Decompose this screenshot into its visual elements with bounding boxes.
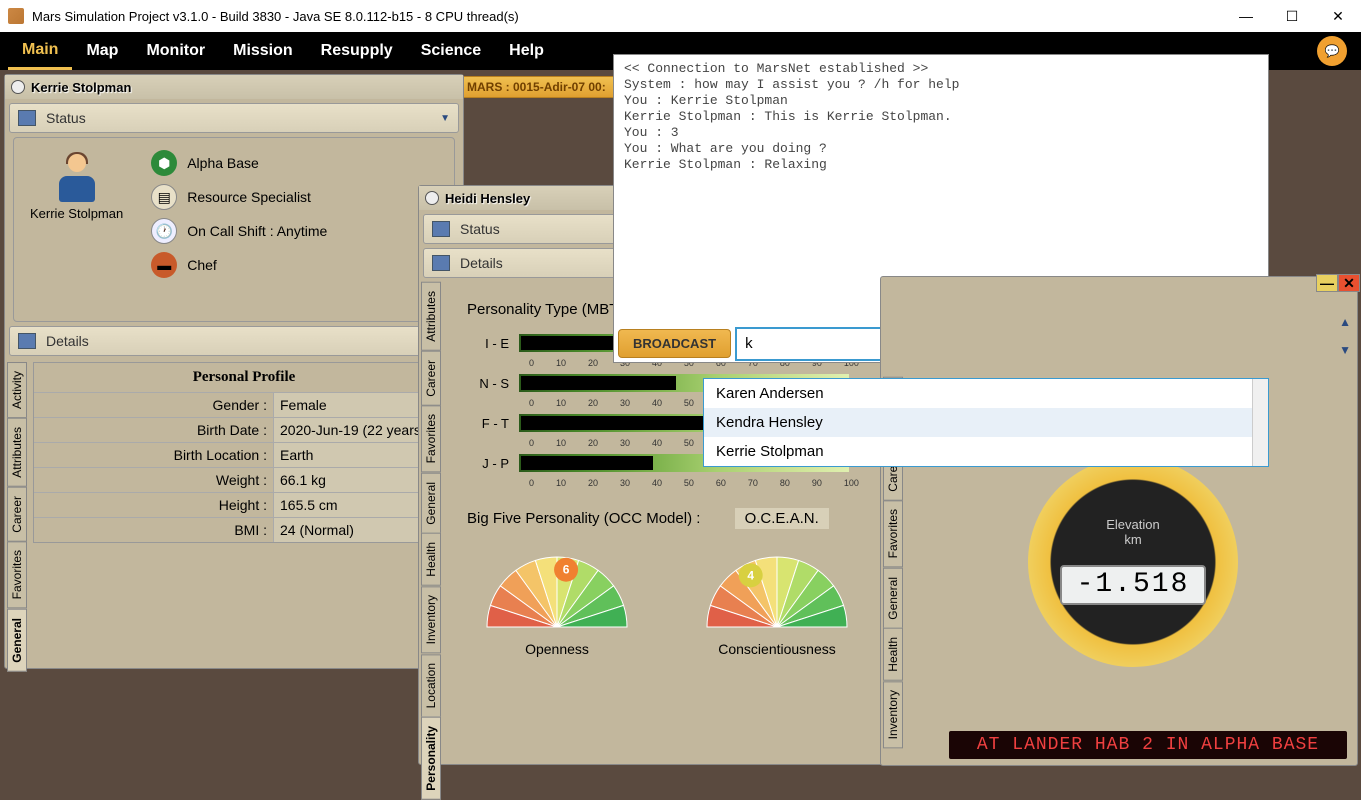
broadcast-button[interactable]: BROADCAST bbox=[618, 329, 731, 358]
autocomplete-popup: Karen Andersen Kendra Hensley Kerrie Sto… bbox=[703, 378, 1269, 467]
autocomplete-item[interactable]: Kendra Hensley bbox=[704, 408, 1268, 437]
hud-window: — ✕ ▲ ▼ Attributes Career Favorites Gene… bbox=[880, 276, 1358, 766]
profile-box: Personal Profile Gender :Female Birth Da… bbox=[33, 362, 455, 543]
base-icon: ⬢ bbox=[151, 150, 177, 176]
gauge-label: Openness bbox=[477, 641, 637, 657]
person-name: Kerrie Stolpman bbox=[31, 80, 131, 95]
tab-attributes[interactable]: Attributes bbox=[7, 418, 27, 487]
plabel: Weight : bbox=[34, 468, 274, 492]
bigfive-label: Big Five Personality (OCC Model) : bbox=[467, 510, 700, 527]
mbti-label: Personality Type (MBTI) : bbox=[467, 301, 636, 318]
maximize-button[interactable]: ☐ bbox=[1269, 0, 1315, 32]
bar-scale: 0102030405060708090100 bbox=[529, 478, 859, 488]
window-radio-icon bbox=[11, 80, 25, 94]
bar-label: I - E bbox=[467, 336, 519, 351]
menu-main[interactable]: Main bbox=[8, 33, 72, 70]
panel-icon bbox=[432, 255, 450, 271]
role-icon: ▤ bbox=[151, 184, 177, 210]
details-label: Details bbox=[46, 333, 89, 349]
plabel: BMI : bbox=[34, 518, 274, 542]
status-label: Status bbox=[460, 221, 500, 237]
menu-resupply[interactable]: Resupply bbox=[307, 34, 407, 68]
plabel: Birth Location : bbox=[34, 443, 274, 467]
tab-career[interactable]: Career bbox=[7, 487, 27, 542]
menu-mission[interactable]: Mission bbox=[219, 34, 307, 68]
status-panel-header[interactable]: Status ▼ bbox=[9, 103, 459, 133]
window-titlebar: Mars Simulation Project v3.1.0 - Build 3… bbox=[0, 0, 1361, 32]
profile-title: Personal Profile bbox=[34, 363, 454, 392]
plabel: Gender : bbox=[34, 393, 274, 417]
menu-map[interactable]: Map bbox=[72, 34, 132, 68]
location-ticker: AT LANDER HAB 2 IN ALPHA BASE bbox=[949, 731, 1347, 759]
tab-general[interactable]: General bbox=[7, 609, 27, 672]
clock-icon: 🕐 bbox=[151, 218, 177, 244]
window-radio-icon bbox=[425, 191, 439, 205]
collapse-arrow-icon: ▼ bbox=[440, 113, 450, 124]
plabel: Birth Date : bbox=[34, 418, 274, 442]
tab-personality[interactable]: Personality bbox=[421, 717, 441, 800]
tab-inventory[interactable]: Inventory bbox=[421, 586, 441, 653]
tab-general[interactable]: General bbox=[883, 568, 903, 629]
scrollbar[interactable] bbox=[1252, 379, 1268, 466]
window-title: Mars Simulation Project v3.1.0 - Build 3… bbox=[32, 9, 519, 24]
elevation-value: -1.518 bbox=[1060, 565, 1206, 605]
chat-log: << Connection to MarsNet established >> … bbox=[614, 55, 1268, 280]
mars-time-tab[interactable]: MARS : 0015-Adir-07 00: bbox=[456, 76, 617, 98]
svg-text:6: 6 bbox=[563, 563, 570, 577]
ocean-value: O.C.E.A.N. bbox=[735, 508, 829, 529]
elevation-gauge: Elevation km -1.518 bbox=[1028, 457, 1238, 667]
avatar-icon bbox=[57, 154, 97, 202]
panel-icon bbox=[18, 110, 36, 126]
gauge-fan-icon: 4 bbox=[697, 547, 857, 637]
avatar-name: Kerrie Stolpman bbox=[30, 206, 123, 221]
details-panel-header[interactable]: Details bbox=[9, 326, 459, 356]
gauge-label: Conscientiousness bbox=[697, 641, 857, 657]
bar-label: F - T bbox=[467, 416, 519, 431]
status-base: Alpha Base bbox=[187, 155, 259, 171]
tab-career[interactable]: Career bbox=[421, 351, 441, 406]
elevation-unit: km bbox=[1028, 532, 1238, 547]
minimize-button[interactable]: — bbox=[1223, 0, 1269, 32]
status-job: Chef bbox=[187, 257, 217, 273]
svg-text:4: 4 bbox=[747, 568, 754, 582]
menu-monitor[interactable]: Monitor bbox=[132, 34, 219, 68]
details-label: Details bbox=[460, 255, 503, 271]
tab-health[interactable]: Health bbox=[421, 533, 441, 586]
status-shift: On Call Shift : Anytime bbox=[187, 223, 327, 239]
tab-favorites[interactable]: Favorites bbox=[421, 405, 441, 472]
plabel: Height : bbox=[34, 493, 274, 517]
person-name: Heidi Hensley bbox=[445, 191, 530, 206]
tab-activity[interactable]: Activity bbox=[7, 362, 27, 418]
tab-location[interactable]: Location bbox=[421, 654, 441, 717]
status-body: Kerrie Stolpman ⬢ Alpha Base ▤ Resource Sp… bbox=[13, 137, 455, 322]
panel-icon bbox=[432, 221, 450, 237]
autocomplete-item[interactable]: Kerrie Stolpman bbox=[704, 437, 1268, 466]
panel-icon bbox=[18, 333, 36, 349]
status-role: Resource Specialist bbox=[187, 189, 311, 205]
tab-inventory[interactable]: Inventory bbox=[883, 681, 903, 748]
app-icon bbox=[8, 8, 24, 24]
tab-general[interactable]: General bbox=[421, 473, 441, 534]
tab-health[interactable]: Health bbox=[883, 628, 903, 681]
status-label: Status bbox=[46, 110, 86, 126]
bar-label: J - P bbox=[467, 456, 519, 471]
tab-favorites[interactable]: Favorites bbox=[883, 500, 903, 567]
menu-help[interactable]: Help bbox=[495, 34, 558, 68]
workspace: MARS : 0015-Adir-07 00: Kerrie Stolpman … bbox=[0, 70, 1361, 764]
chat-bubble-icon[interactable]: 💬 bbox=[1317, 36, 1347, 66]
gauge-fan-icon: 6 bbox=[477, 547, 637, 637]
close-button[interactable]: ✕ bbox=[1315, 0, 1361, 32]
tab-favorites[interactable]: Favorites bbox=[7, 541, 27, 608]
bar-label: N - S bbox=[467, 376, 519, 391]
autocomplete-item[interactable]: Karen Andersen bbox=[704, 379, 1268, 408]
briefcase-icon: ▬ bbox=[151, 252, 177, 278]
person-window-kerrie: Kerrie Stolpman Status ▼ Kerrie Stolpman… bbox=[4, 74, 464, 669]
menu-science[interactable]: Science bbox=[407, 34, 495, 68]
elevation-label: Elevation bbox=[1028, 517, 1238, 532]
window-header[interactable]: Kerrie Stolpman bbox=[5, 75, 463, 99]
tab-attributes[interactable]: Attributes bbox=[421, 282, 441, 351]
